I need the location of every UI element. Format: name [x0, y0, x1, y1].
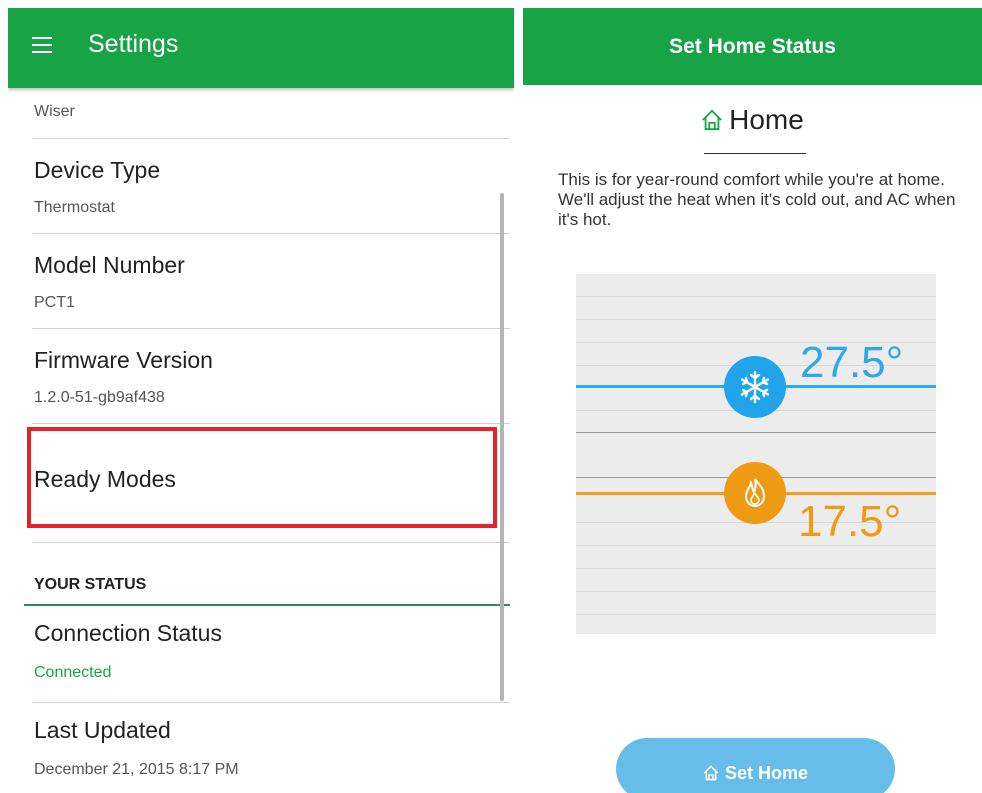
home-status-title: Set Home Status — [669, 35, 836, 58]
grid-line — [576, 296, 936, 297]
setpoint-slider[interactable]: 27.5° 17.5° — [576, 274, 936, 634]
settings-panel: Settings Wiser Device Type Thermostat Mo… — [8, 8, 514, 793]
flame-icon — [744, 478, 766, 508]
settings-title: Settings — [88, 30, 179, 58]
heat-setpoint-handle[interactable] — [724, 462, 786, 524]
grid-line — [576, 319, 936, 320]
home-status-app-bar: Set Home Status — [523, 8, 982, 85]
wiser-value: Wiser — [34, 103, 75, 120]
home-icon — [703, 765, 719, 781]
device-type-value: Thermostat — [34, 199, 115, 216]
set-home-label: Set Home — [724, 763, 809, 783]
grid-line — [576, 568, 936, 569]
connection-status-label: Connection Status — [34, 620, 222, 646]
snowflake-icon — [740, 370, 770, 404]
ready-modes-highlight — [27, 427, 497, 528]
mode-title: Home — [729, 104, 804, 135]
connection-status-row: Connection Status Connected — [32, 606, 510, 703]
last-updated-value: December 21, 2015 8:17 PM — [34, 761, 239, 778]
model-number-row: Model Number PCT1 — [32, 234, 510, 329]
model-number-value: PCT1 — [34, 294, 75, 311]
settings-app-bar: Settings — [8, 8, 514, 88]
last-updated-row: Last Updated December 21, 2015 8:17 PM — [32, 703, 510, 793]
menu-icon[interactable] — [32, 37, 52, 53]
home-status-panel: Set Home Status Home This is for year-ro… — [523, 8, 982, 793]
heat-setpoint-value: 17.5° — [798, 497, 902, 546]
connection-status-value: Connected — [34, 664, 112, 681]
set-home-button[interactable]: Set Home — [616, 738, 895, 793]
model-number-label: Model Number — [34, 252, 185, 278]
device-type-label: Device Type — [34, 157, 161, 183]
last-updated-label: Last Updated — [34, 717, 171, 743]
device-type-row: Device Type Thermostat — [32, 139, 510, 234]
wiser-row: Wiser — [32, 88, 510, 139]
cool-setpoint-handle[interactable] — [724, 356, 786, 418]
deadband-line — [576, 432, 936, 433]
grid-line — [576, 591, 936, 592]
title-underline — [704, 153, 806, 154]
firmware-version-label: Firmware Version — [34, 347, 213, 373]
firmware-version-row: Firmware Version 1.2.0-51-gb9af438 — [32, 329, 510, 424]
grid-line — [576, 614, 936, 615]
mode-description: This is for year-round comfort while you… — [558, 170, 956, 229]
mode-heading: Home — [523, 104, 982, 136]
home-icon — [702, 109, 722, 131]
your-status-heading: YOUR STATUS — [34, 576, 147, 593]
scrollbar[interactable] — [500, 193, 504, 701]
firmware-version-value: 1.2.0-51-gb9af438 — [34, 389, 165, 406]
cool-setpoint-value: 27.5° — [800, 338, 904, 387]
